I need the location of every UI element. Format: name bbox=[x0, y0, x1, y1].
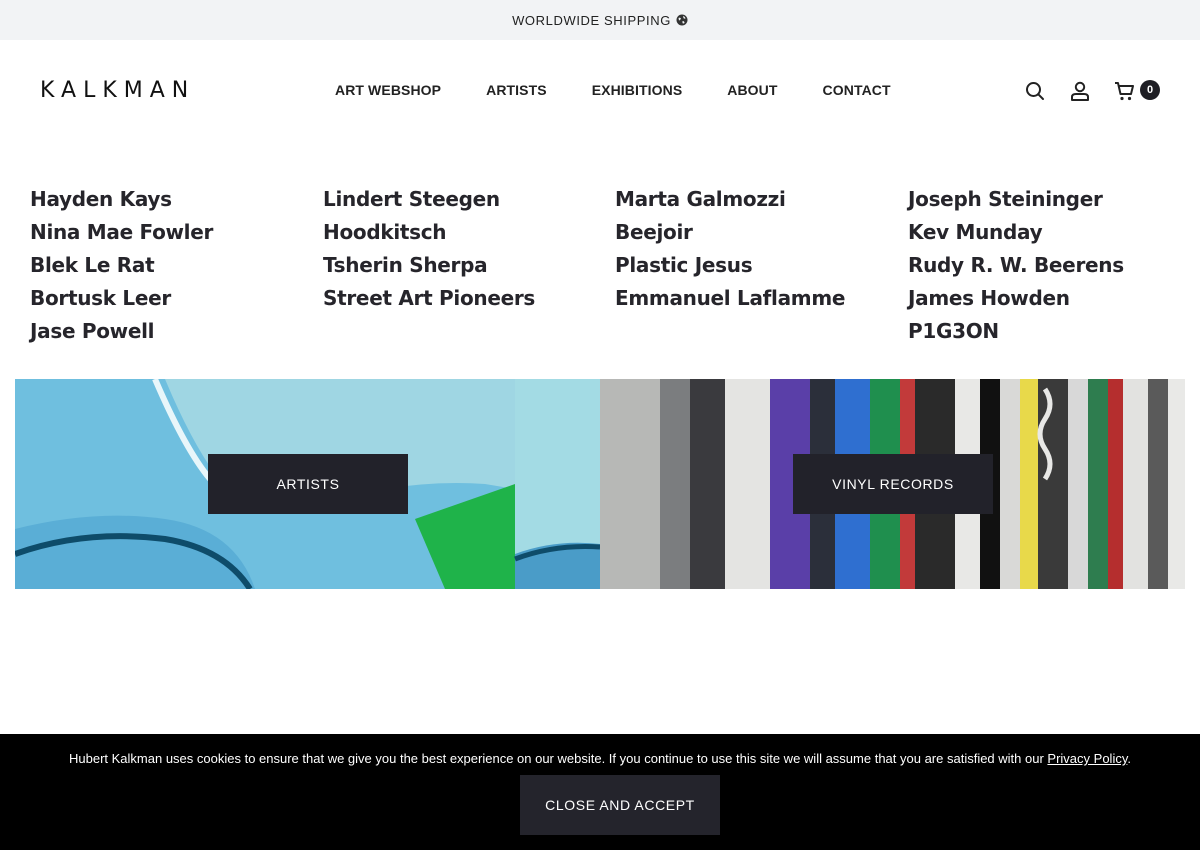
cookie-message-end: . bbox=[1127, 751, 1131, 766]
vinyl-records-banner[interactable]: VINYL RECORDS bbox=[600, 379, 1185, 589]
vinyl-records-banner-button[interactable]: VINYL RECORDS bbox=[793, 454, 993, 514]
nav-exhibitions[interactable]: EXHIBITIONS bbox=[592, 82, 683, 98]
close-and-accept-button[interactable]: CLOSE AND ACCEPT bbox=[520, 775, 720, 835]
artist-link[interactable]: Hayden Kays bbox=[30, 183, 320, 216]
main-nav: ART WEBSHOP ARTISTS EXHIBITIONS ABOUT CO… bbox=[335, 82, 891, 98]
artists-column: Hayden Kays Nina Mae Fowler Blek Le Rat … bbox=[30, 183, 320, 348]
artist-link[interactable]: Emmanuel Laflamme bbox=[615, 282, 905, 315]
cart-count-badge[interactable]: 0 bbox=[1140, 80, 1160, 100]
site-header: KALKMAN ART WEBSHOP ARTISTS EXHIBITIONS … bbox=[0, 40, 1200, 140]
nav-art-webshop[interactable]: ART WEBSHOP bbox=[335, 82, 441, 98]
artist-link[interactable]: Blek Le Rat bbox=[30, 249, 320, 282]
artist-link[interactable]: Bortusk Leer bbox=[30, 282, 320, 315]
cookie-notice: Hubert Kalkman uses cookies to ensure th… bbox=[0, 734, 1200, 850]
nav-artists[interactable]: ARTISTS bbox=[486, 82, 547, 98]
artist-link[interactable]: Joseph Steininger bbox=[908, 183, 1198, 216]
artist-link[interactable]: Plastic Jesus bbox=[615, 249, 905, 282]
category-banners: ARTISTS VINYL RECORDS bbox=[15, 379, 1185, 589]
artists-column: Lindert Steegen Hoodkitsch Tsherin Sherp… bbox=[323, 183, 613, 315]
artist-link[interactable]: Rudy R. W. Beerens bbox=[908, 249, 1198, 282]
artist-link[interactable]: Marta Galmozzi bbox=[615, 183, 905, 216]
shipping-bar: WORLDWIDE SHIPPING bbox=[0, 0, 1200, 40]
artist-link[interactable]: P1G3ON bbox=[908, 315, 1198, 348]
cookie-text: Hubert Kalkman uses cookies to ensure th… bbox=[0, 751, 1200, 766]
shipping-text: WORLDWIDE SHIPPING bbox=[512, 12, 671, 28]
artist-link[interactable]: Tsherin Sherpa bbox=[323, 249, 613, 282]
user-icon[interactable] bbox=[1069, 80, 1091, 102]
globe-icon bbox=[676, 14, 688, 26]
artist-link[interactable]: Lindert Steegen bbox=[323, 183, 613, 216]
artist-link[interactable]: Jase Powell bbox=[30, 315, 320, 348]
cart-icon[interactable] bbox=[1114, 80, 1136, 102]
artist-link[interactable]: Hoodkitsch bbox=[323, 216, 613, 249]
artist-link[interactable]: James Howden bbox=[908, 282, 1198, 315]
artists-column: Joseph Steininger Kev Munday Rudy R. W. … bbox=[908, 183, 1198, 348]
nav-contact[interactable]: CONTACT bbox=[823, 82, 891, 98]
privacy-policy-link[interactable]: Privacy Policy bbox=[1047, 751, 1127, 766]
artist-link[interactable]: Kev Munday bbox=[908, 216, 1198, 249]
artists-column: Marta Galmozzi Beejoir Plastic Jesus Emm… bbox=[615, 183, 905, 315]
search-icon[interactable] bbox=[1024, 80, 1046, 102]
artist-link[interactable]: Street Art Pioneers bbox=[323, 282, 613, 315]
nav-about[interactable]: ABOUT bbox=[727, 82, 777, 98]
artist-link[interactable]: Nina Mae Fowler bbox=[30, 216, 320, 249]
artists-banner-button[interactable]: ARTISTS bbox=[208, 454, 408, 514]
artist-link[interactable]: Beejoir bbox=[615, 216, 905, 249]
cookie-message: Hubert Kalkman uses cookies to ensure th… bbox=[69, 751, 1048, 766]
artists-banner[interactable]: ARTISTS bbox=[15, 379, 600, 589]
site-logo[interactable]: KALKMAN bbox=[40, 80, 195, 102]
